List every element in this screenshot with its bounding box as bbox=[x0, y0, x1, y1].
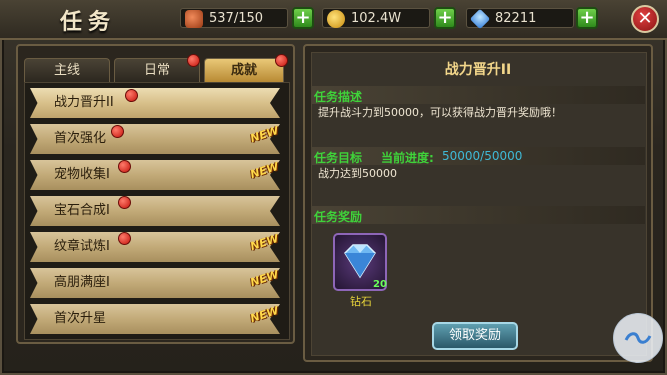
task-label: 高朋满座I bbox=[54, 275, 110, 290]
description-label: 任务描述 bbox=[314, 90, 363, 104]
task-notification-dot bbox=[118, 160, 131, 173]
stamina-box: 537/150 bbox=[180, 8, 288, 28]
claim-reward-button[interactable]: 领取奖励 bbox=[432, 322, 518, 350]
task-notification-dot bbox=[118, 232, 131, 245]
page-title: 任务 bbox=[60, 10, 117, 35]
diamond-value: 82211 bbox=[495, 11, 537, 26]
tab-achievement[interactable]: 成就 bbox=[204, 58, 284, 82]
tab-notification-dot bbox=[275, 54, 288, 67]
tab-main[interactable]: 主线 bbox=[24, 58, 110, 82]
task-item[interactable]: 宝石合成I bbox=[30, 196, 280, 226]
task-notification-dot bbox=[125, 89, 138, 102]
task-label: 宠物收集I bbox=[54, 167, 110, 182]
task-label: 宝石合成I bbox=[54, 203, 110, 218]
tab-label: 成就 bbox=[230, 63, 257, 78]
add-stamina-button[interactable]: + bbox=[292, 7, 314, 29]
task-detail-title: 战力晋升II bbox=[444, 62, 512, 78]
infinity-icon bbox=[624, 332, 652, 344]
reward-count: 20 bbox=[373, 279, 387, 290]
close-button[interactable]: ✕ bbox=[631, 5, 659, 33]
gold-value: 102.4W bbox=[351, 11, 402, 26]
gold-coin-icon bbox=[327, 10, 345, 28]
task-item[interactable]: 高朋满座I bbox=[30, 268, 280, 298]
add-diamond-button[interactable]: + bbox=[576, 7, 598, 29]
goal-label: 任务目标 bbox=[314, 151, 363, 165]
meat-icon bbox=[185, 10, 203, 28]
reward-item-name: 钻石 bbox=[350, 295, 372, 308]
task-item[interactable]: 宠物收集I bbox=[30, 160, 280, 190]
gold-box: 102.4W bbox=[322, 8, 430, 28]
progress-label: 当前进度: bbox=[381, 151, 434, 165]
floating-assistant-button[interactable] bbox=[613, 313, 663, 363]
tab-label: 主线 bbox=[53, 63, 80, 78]
reward-label: 任务奖励 bbox=[314, 210, 363, 224]
tab-label: 日常 bbox=[143, 63, 170, 78]
progress-value: 50000/50000 bbox=[442, 149, 523, 163]
stamina-value: 537/150 bbox=[209, 11, 264, 26]
task-item[interactable]: 首次强化 bbox=[30, 124, 280, 154]
diamond-box: 82211 bbox=[466, 8, 574, 30]
goal-text: 战力达到50000 bbox=[318, 167, 397, 180]
task-label: 首次升星 bbox=[54, 311, 107, 326]
task-item[interactable]: 首次升星 bbox=[30, 304, 280, 334]
task-notification-dot bbox=[111, 125, 124, 138]
task-item[interactable]: 纹章试炼I bbox=[30, 232, 280, 262]
task-label: 战力晋升II bbox=[54, 95, 114, 110]
tab-notification-dot bbox=[187, 54, 200, 67]
diamond-icon bbox=[469, 8, 491, 30]
task-label: 首次强化 bbox=[54, 131, 107, 146]
task-item[interactable]: 战力晋升II bbox=[30, 88, 280, 118]
description-text: 提升战斗力到50000，可以获得战力晋升奖励哦！ bbox=[318, 106, 562, 119]
task-notification-dot bbox=[118, 196, 131, 209]
add-gold-button[interactable]: + bbox=[434, 7, 456, 29]
close-icon: ✕ bbox=[637, 8, 653, 29]
task-label: 纹章试炼I bbox=[54, 239, 110, 254]
